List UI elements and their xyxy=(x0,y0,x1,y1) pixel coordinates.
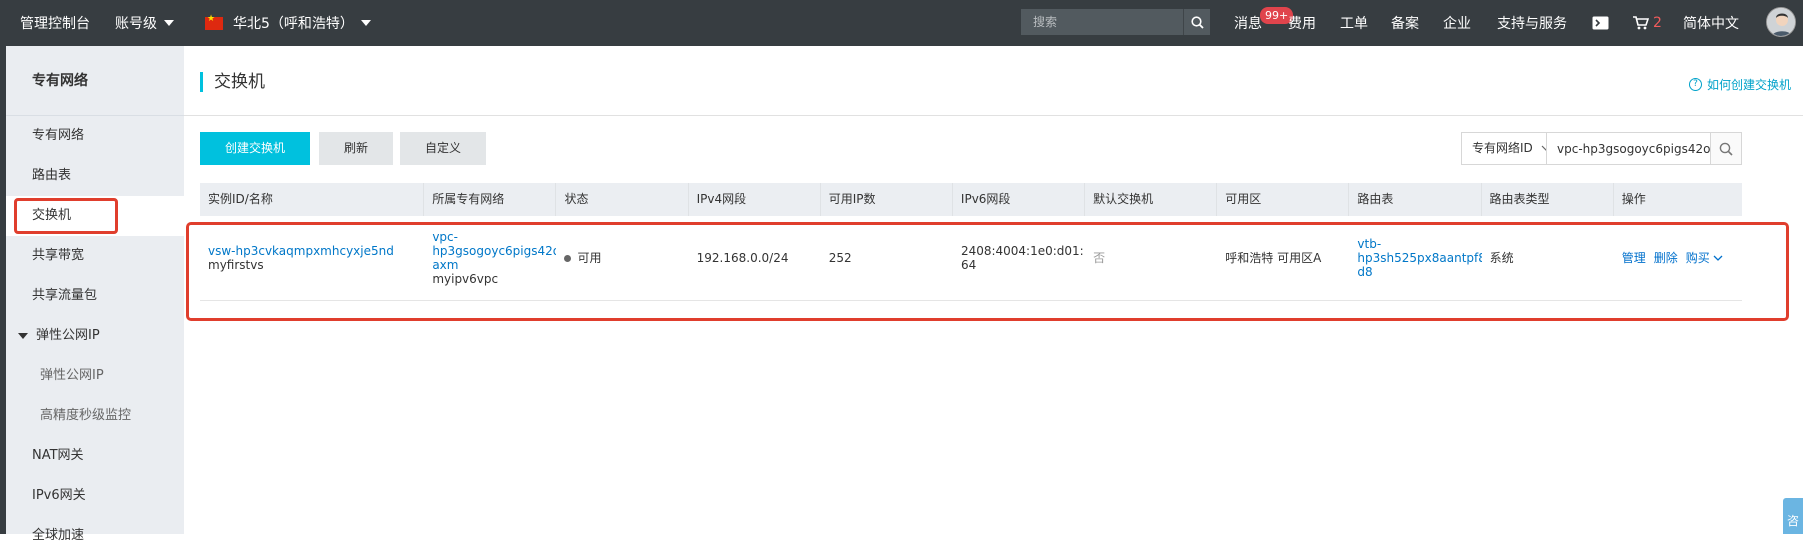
filter-search-button[interactable] xyxy=(1710,132,1742,165)
cart-button[interactable]: 2 xyxy=(1633,0,1662,46)
column-header-route-table: 路由表 xyxy=(1349,183,1482,216)
help-link-label: 如何创建交换机 xyxy=(1706,78,1791,92)
create-vswitch-button[interactable]: 创建交换机 xyxy=(200,132,310,165)
search-button[interactable] xyxy=(1183,9,1210,35)
help-link[interactable]: ? 如何创建交换机 xyxy=(1688,76,1791,93)
page-title: 交换机 xyxy=(200,72,265,92)
cart-count: 2 xyxy=(1653,15,1662,31)
annotation-highlight-row xyxy=(186,222,1789,321)
sidebar-item-ipv6-gateway[interactable]: IPv6网关 xyxy=(6,476,184,516)
search-input[interactable] xyxy=(1021,9,1183,35)
nav-icp-filing[interactable]: 备案 xyxy=(1391,0,1419,46)
user-icon xyxy=(1767,8,1795,36)
nav-support[interactable]: 支持与服务 xyxy=(1497,0,1567,46)
user-avatar[interactable] xyxy=(1766,7,1796,37)
nav-tickets[interactable]: 工单 xyxy=(1340,0,1368,46)
column-header-ipv6: IPv6网段 xyxy=(953,183,1086,216)
cloud-shell-button[interactable] xyxy=(1592,0,1609,46)
question-icon: ? xyxy=(1688,78,1702,91)
filter-field-select[interactable]: 专有网络ID xyxy=(1461,132,1551,165)
sidebar: 专有网络 专有网络 路由表 交换机 共享带宽 共享流量包 弹性公网IP 弹性公网… xyxy=(6,46,184,543)
nav-messages[interactable]: 消息 xyxy=(1234,0,1262,46)
account-level-dropdown[interactable]: 账号级 xyxy=(115,13,174,33)
search-icon xyxy=(1719,142,1733,156)
account-level-label: 账号级 xyxy=(115,16,157,32)
refresh-button[interactable]: 刷新 xyxy=(319,132,393,165)
customize-columns-button[interactable]: 自定义 xyxy=(400,132,486,165)
sidebar-item-nat-gateway[interactable]: NAT网关 xyxy=(6,436,184,476)
top-navbar: 管理控制台 账号级 华北5（呼和浩特） 消息 99+ 费用 工单 备案 企业 支… xyxy=(0,0,1803,46)
column-header-instance: 实例ID/名称 xyxy=(200,183,425,216)
language-switch[interactable]: 简体中文 xyxy=(1683,0,1739,46)
sidebar-item-data-transfer-plan[interactable]: 共享流量包 xyxy=(6,276,184,316)
filter-value-input[interactable] xyxy=(1546,132,1711,165)
column-header-vpc: 所属专有网络 xyxy=(424,183,557,216)
sidebar-item-eip[interactable]: 弹性公网IP xyxy=(6,356,184,396)
chevron-down-icon xyxy=(360,20,371,26)
cart-icon xyxy=(1633,16,1649,30)
nav-enterprise[interactable]: 企业 xyxy=(1443,0,1471,46)
column-header-default-switch: 默认交换机 xyxy=(1085,183,1218,216)
china-flag-icon xyxy=(205,14,223,30)
page-header: 交换机 ? 如何创建交换机 xyxy=(184,46,1803,116)
region-selector[interactable]: 华北5（呼和浩特） xyxy=(205,13,371,33)
consult-float-tab[interactable]: 咨 xyxy=(1783,498,1803,534)
column-header-available-ips: 可用IP数 xyxy=(821,183,953,216)
sidebar-item-shared-bandwidth[interactable]: 共享带宽 xyxy=(6,236,184,276)
sidebar-item-vpc[interactable]: 专有网络 xyxy=(6,116,184,156)
sidebar-title: 专有网络 xyxy=(6,46,184,116)
search-icon xyxy=(1190,15,1204,29)
column-header-actions: 操作 xyxy=(1621,192,1646,206)
sidebar-item-route-table[interactable]: 路由表 xyxy=(6,156,184,196)
console-home-link[interactable]: 管理控制台 xyxy=(20,13,90,33)
global-search xyxy=(1021,9,1210,35)
region-label: 华北5（呼和浩特） xyxy=(233,16,354,32)
filter-field-label: 专有网络ID xyxy=(1472,141,1533,155)
column-header-status: 状态 xyxy=(556,183,689,216)
sidebar-item-fine-grained-monitoring[interactable]: 高精度秒级监控 xyxy=(6,396,184,436)
terminal-icon xyxy=(1592,16,1609,30)
sidebar-item-global-acceleration[interactable]: 全球加速 xyxy=(6,516,184,556)
annotation-highlight-vswitch xyxy=(14,198,118,234)
chevron-down-icon xyxy=(164,20,174,26)
column-header-route-type: 路由表类型 xyxy=(1482,183,1614,216)
column-header-ipv4: IPv4网段 xyxy=(689,183,821,216)
nav-billing[interactable]: 费用 xyxy=(1288,0,1316,46)
column-header-zone: 可用区 xyxy=(1217,183,1350,216)
sidebar-group-eip[interactable]: 弹性公网IP xyxy=(6,316,184,356)
table-header: 实例ID/名称 所属专有网络 状态 IPv4网段 可用IP数 IPv6网段 默认… xyxy=(200,183,1742,216)
collapse-triangle-icon xyxy=(18,332,28,339)
